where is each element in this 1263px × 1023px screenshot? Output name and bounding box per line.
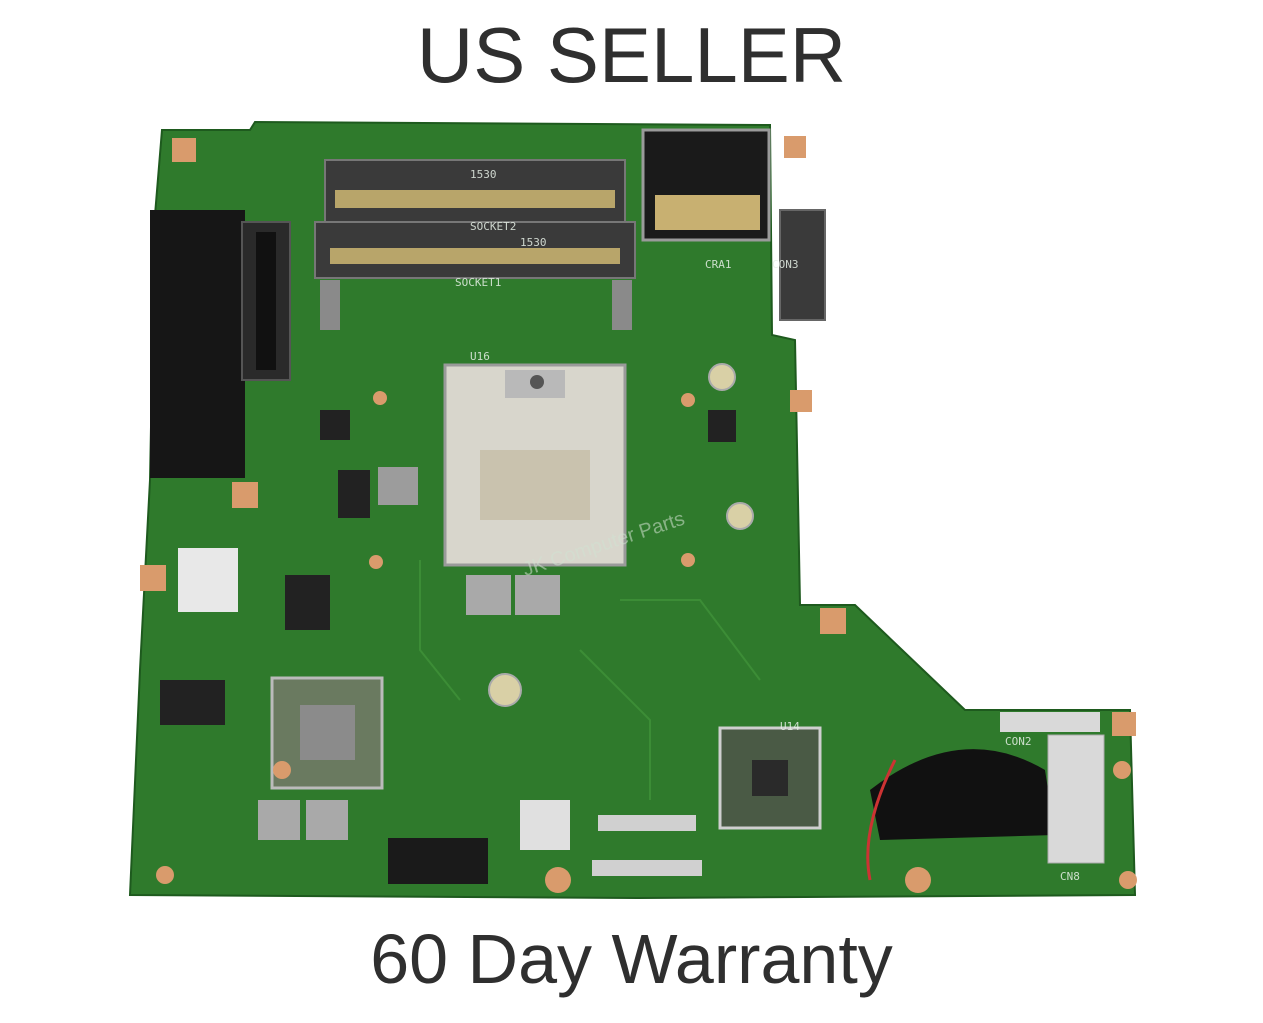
motherboard-photo: 1530 1530 SOCKET2 SOCKET1 U16 U14 CRA1 C… xyxy=(0,0,1263,1023)
silk-label: U16 xyxy=(470,350,490,363)
ram-connector xyxy=(520,800,570,850)
capacitor xyxy=(708,363,736,391)
silk-label: 1530 xyxy=(470,168,497,181)
silk-label: SOCKET2 xyxy=(470,220,517,233)
vrm-choke xyxy=(378,467,418,505)
silk-label: 1530 xyxy=(520,236,547,249)
vrm-choke xyxy=(466,575,511,615)
vrm-choke xyxy=(515,575,560,615)
capacitor xyxy=(726,502,754,530)
silk-label: CON3 xyxy=(772,258,799,271)
ribbon-connector xyxy=(598,815,696,831)
display-connector xyxy=(1000,712,1100,732)
caption-bottom: 60 Day Warranty xyxy=(370,920,893,998)
power-connector xyxy=(388,838,488,884)
silk-label: CON2 xyxy=(1005,735,1032,748)
silk-label: SOCKET1 xyxy=(455,276,502,289)
silk-label: U14 xyxy=(780,720,800,733)
vrm-choke xyxy=(258,800,300,840)
silk-label: CRA1 xyxy=(705,258,732,271)
thermal-pad xyxy=(150,210,245,478)
silk-label: CN8 xyxy=(1060,870,1080,883)
capacitor xyxy=(488,673,522,707)
ribbon-connector xyxy=(592,860,702,876)
vrm-choke xyxy=(306,800,348,840)
